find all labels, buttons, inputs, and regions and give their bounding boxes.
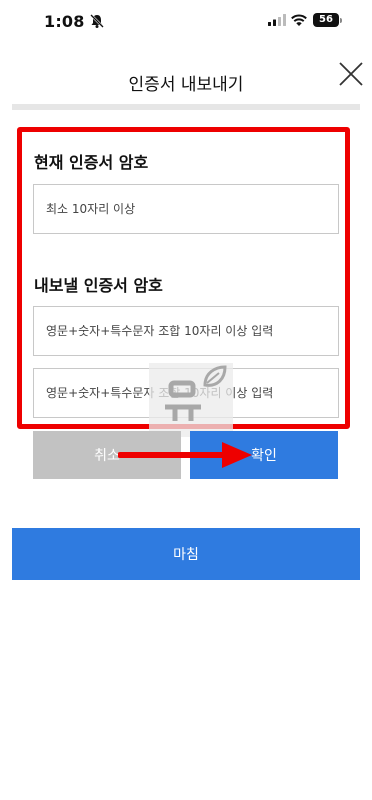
battery-tip xyxy=(340,18,342,23)
watermark-logo xyxy=(149,363,233,437)
dialog-header: 인증서 내보내기 xyxy=(0,55,372,105)
battery-indicator: 56 xyxy=(313,13,339,27)
status-bar: 1:08 56 xyxy=(0,0,372,44)
finish-button[interactable]: 마침 xyxy=(12,528,360,580)
signal-icon xyxy=(268,14,286,26)
bell-slash-icon xyxy=(90,14,104,28)
close-icon[interactable] xyxy=(337,60,365,88)
wifi-icon xyxy=(291,14,307,26)
status-time: 1:08 xyxy=(44,12,85,31)
arrow-right-icon xyxy=(118,442,252,468)
header-divider xyxy=(12,104,360,110)
page-title: 인증서 내보내기 xyxy=(128,75,244,95)
